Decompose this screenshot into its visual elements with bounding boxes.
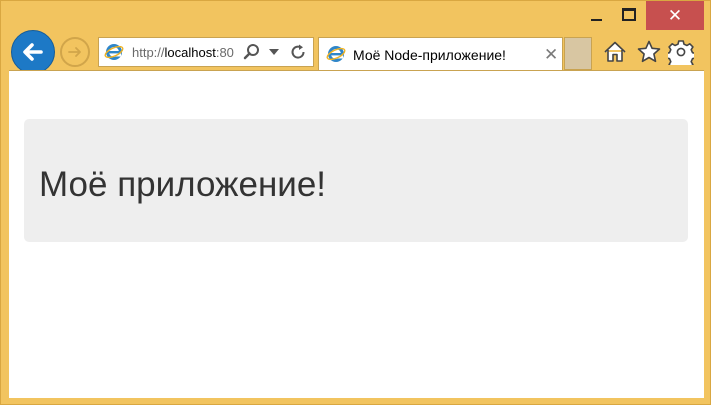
close-window-button[interactable]: ✕ xyxy=(646,1,704,30)
tab-title: Моё Node-приложение! xyxy=(353,47,506,63)
ie-page-icon xyxy=(104,44,124,60)
address-bar[interactable]: http://localhost:80 xyxy=(98,37,314,67)
caret-down-icon[interactable] xyxy=(269,49,279,55)
new-tab-button[interactable] xyxy=(564,37,592,70)
minimize-button[interactable] xyxy=(581,1,611,30)
back-arrow-icon xyxy=(23,43,43,61)
tab-close-icon[interactable]: ✕ xyxy=(544,45,558,65)
forward-arrow-icon xyxy=(68,47,81,57)
ie-tab-icon xyxy=(326,46,346,62)
star-icon[interactable] xyxy=(636,39,662,65)
page-viewport: Моё приложение! xyxy=(9,70,704,398)
home-icon[interactable] xyxy=(602,39,628,65)
browser-tab-active[interactable]: Моё Node-приложение! ✕ xyxy=(318,37,563,71)
browser-window: ✕ http://localhost:80 Моё Node-приложени… xyxy=(0,0,711,405)
back-button[interactable] xyxy=(11,30,55,74)
maximize-button[interactable] xyxy=(613,1,643,30)
refresh-icon[interactable] xyxy=(289,43,307,61)
magnifier-icon[interactable] xyxy=(243,43,261,61)
gear-icon[interactable] xyxy=(668,39,694,65)
jumbotron: Моё приложение! xyxy=(24,119,688,242)
address-url[interactable]: http://localhost:80 xyxy=(132,45,237,60)
forward-button[interactable] xyxy=(60,37,90,67)
page-heading: Моё приложение! xyxy=(39,165,327,204)
